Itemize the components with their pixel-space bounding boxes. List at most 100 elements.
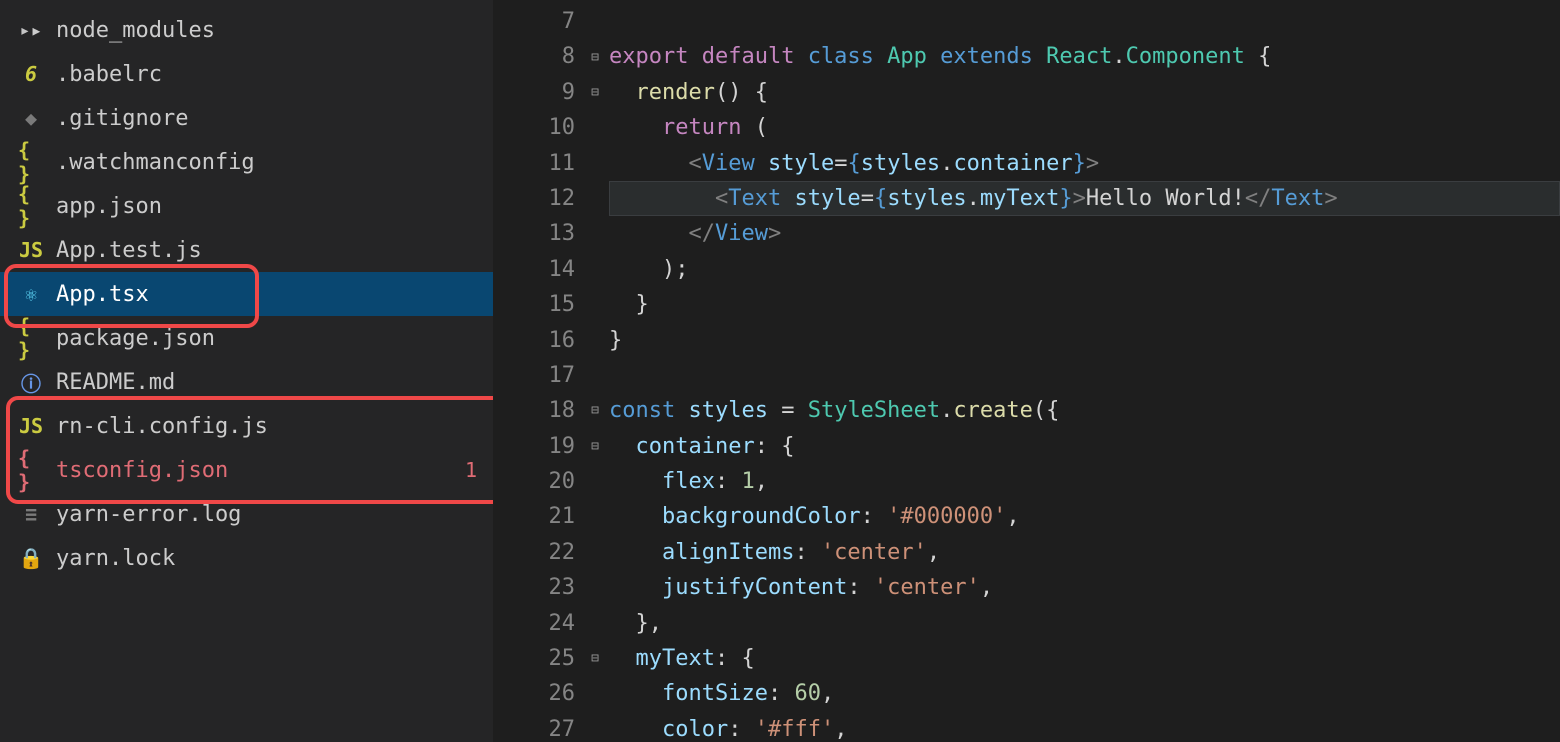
file-node-modules[interactable]: ▸ node_modules — [0, 8, 493, 52]
code-line-25[interactable]: myText: { — [609, 641, 1560, 676]
code-line-21[interactable]: backgroundColor: '#000000', — [609, 499, 1560, 534]
code-line-10[interactable]: return ( — [609, 110, 1560, 145]
file-label: package.json — [56, 326, 477, 351]
fold-column[interactable]: ⊟⊟⊟⊟⊟ — [581, 0, 609, 742]
fold-toggle — [581, 323, 609, 358]
code-line-9[interactable]: render() { — [609, 75, 1560, 110]
line-number: 10 — [493, 110, 575, 145]
json-icon: { } — [18, 138, 44, 186]
fold-toggle — [581, 216, 609, 251]
js-icon: JS — [18, 238, 44, 262]
file-label: yarn.lock — [56, 546, 477, 571]
file-package-json[interactable]: { } package.json — [0, 316, 493, 360]
code-line-23[interactable]: justifyContent: 'center', — [609, 570, 1560, 605]
fold-toggle[interactable]: ⊟ — [581, 75, 609, 110]
fold-toggle — [581, 499, 609, 534]
fold-toggle — [581, 146, 609, 181]
file-rn-cli-config-js[interactable]: JS rn-cli.config.js — [0, 404, 493, 448]
babel-icon: 6 — [18, 62, 44, 86]
fold-toggle — [581, 4, 609, 39]
code-line-27[interactable]: color: '#fff', — [609, 712, 1560, 742]
line-number-gutter: 789101112131415161718192021222324252627 — [493, 0, 581, 742]
fold-toggle[interactable]: ⊟ — [581, 39, 609, 74]
error-badge: 1 — [465, 458, 477, 482]
line-number: 22 — [493, 535, 575, 570]
file-tsconfig-json[interactable]: { } tsconfig.json1 — [0, 448, 493, 492]
fold-toggle[interactable]: ⊟ — [581, 429, 609, 464]
code-line-16[interactable]: } — [609, 323, 1560, 358]
fold-toggle — [581, 676, 609, 711]
fold-toggle — [581, 535, 609, 570]
code-line-8[interactable]: export default class App extends React.C… — [609, 39, 1560, 74]
line-number: 8 — [493, 39, 575, 74]
file-app-json[interactable]: { } app.json — [0, 184, 493, 228]
line-number: 12 — [493, 181, 575, 216]
fold-toggle — [581, 287, 609, 322]
line-number: 20 — [493, 464, 575, 499]
file-label: app.json — [56, 194, 477, 219]
git-icon: ◆ — [18, 106, 44, 130]
line-number: 18 — [493, 393, 575, 428]
file-label: App.tsx — [56, 282, 477, 307]
line-number: 16 — [493, 323, 575, 358]
json-red-icon: { } — [18, 446, 44, 494]
json-icon: { } — [18, 314, 44, 362]
line-number: 23 — [493, 570, 575, 605]
folder-icon: ▸ — [18, 18, 44, 42]
code-line-17[interactable] — [609, 358, 1560, 393]
fold-toggle — [581, 181, 609, 216]
file--babelrc[interactable]: 6.babelrc — [0, 52, 493, 96]
line-number: 7 — [493, 4, 575, 39]
js-icon: JS — [18, 414, 44, 438]
fold-toggle — [581, 570, 609, 605]
code-area[interactable]: export default class App extends React.C… — [609, 0, 1560, 742]
code-line-12[interactable]: <Text style={styles.myText}>Hello World!… — [609, 181, 1560, 216]
file-label: rn-cli.config.js — [56, 414, 477, 439]
fold-toggle[interactable]: ⊟ — [581, 641, 609, 676]
file--gitignore[interactable]: ◆ .gitignore — [0, 96, 493, 140]
file-explorer[interactable]: ▸ node_modules 6.babelrc ◆ .gitignore { } .wat… — [0, 0, 493, 742]
file-yarn-lock[interactable]: 🔒 yarn.lock — [0, 536, 493, 580]
line-number: 21 — [493, 499, 575, 534]
file-yarn-error-log[interactable]: ≡ yarn-error.log — [0, 492, 493, 536]
code-line-19[interactable]: container: { — [609, 429, 1560, 464]
line-number: 27 — [493, 712, 575, 742]
code-line-15[interactable]: } — [609, 287, 1560, 322]
code-line-22[interactable]: alignItems: 'center', — [609, 535, 1560, 570]
file-label: .watchmanconfig — [56, 150, 477, 175]
code-line-7[interactable] — [609, 4, 1560, 39]
file-app-tsx[interactable]: ⚛App.tsx — [0, 272, 493, 316]
fold-toggle — [581, 712, 609, 742]
line-number: 15 — [493, 287, 575, 322]
info-icon: ⓘ — [18, 368, 44, 397]
line-number: 14 — [493, 252, 575, 287]
line-number: 25 — [493, 641, 575, 676]
line-number: 17 — [493, 358, 575, 393]
code-line-11[interactable]: <View style={styles.container}> — [609, 146, 1560, 181]
code-line-14[interactable]: ); — [609, 252, 1560, 287]
json-icon: { } — [18, 182, 44, 230]
code-line-13[interactable]: </View> — [609, 216, 1560, 251]
file-app-test-js[interactable]: JSApp.test.js — [0, 228, 493, 272]
lock-icon: 🔒 — [18, 546, 44, 570]
fold-toggle[interactable]: ⊟ — [581, 393, 609, 428]
file-label: .gitignore — [56, 106, 477, 131]
line-number: 19 — [493, 429, 575, 464]
file-label: node_modules — [56, 18, 477, 43]
code-line-18[interactable]: const styles = StyleSheet.create({ — [609, 393, 1560, 428]
file-label: yarn-error.log — [56, 502, 477, 527]
log-icon: ≡ — [18, 502, 44, 526]
line-number: 9 — [493, 75, 575, 110]
fold-toggle — [581, 358, 609, 393]
file-label: tsconfig.json — [56, 458, 465, 483]
code-editor[interactable]: 789101112131415161718192021222324252627 … — [493, 0, 1560, 742]
fold-toggle — [581, 606, 609, 641]
file--watchmanconfig[interactable]: { } .watchmanconfig — [0, 140, 493, 184]
fold-toggle — [581, 252, 609, 287]
file-readme-md[interactable]: ⓘREADME.md — [0, 360, 493, 404]
code-line-26[interactable]: fontSize: 60, — [609, 676, 1560, 711]
code-line-20[interactable]: flex: 1, — [609, 464, 1560, 499]
line-number: 11 — [493, 146, 575, 181]
code-line-24[interactable]: }, — [609, 606, 1560, 641]
line-number: 24 — [493, 606, 575, 641]
